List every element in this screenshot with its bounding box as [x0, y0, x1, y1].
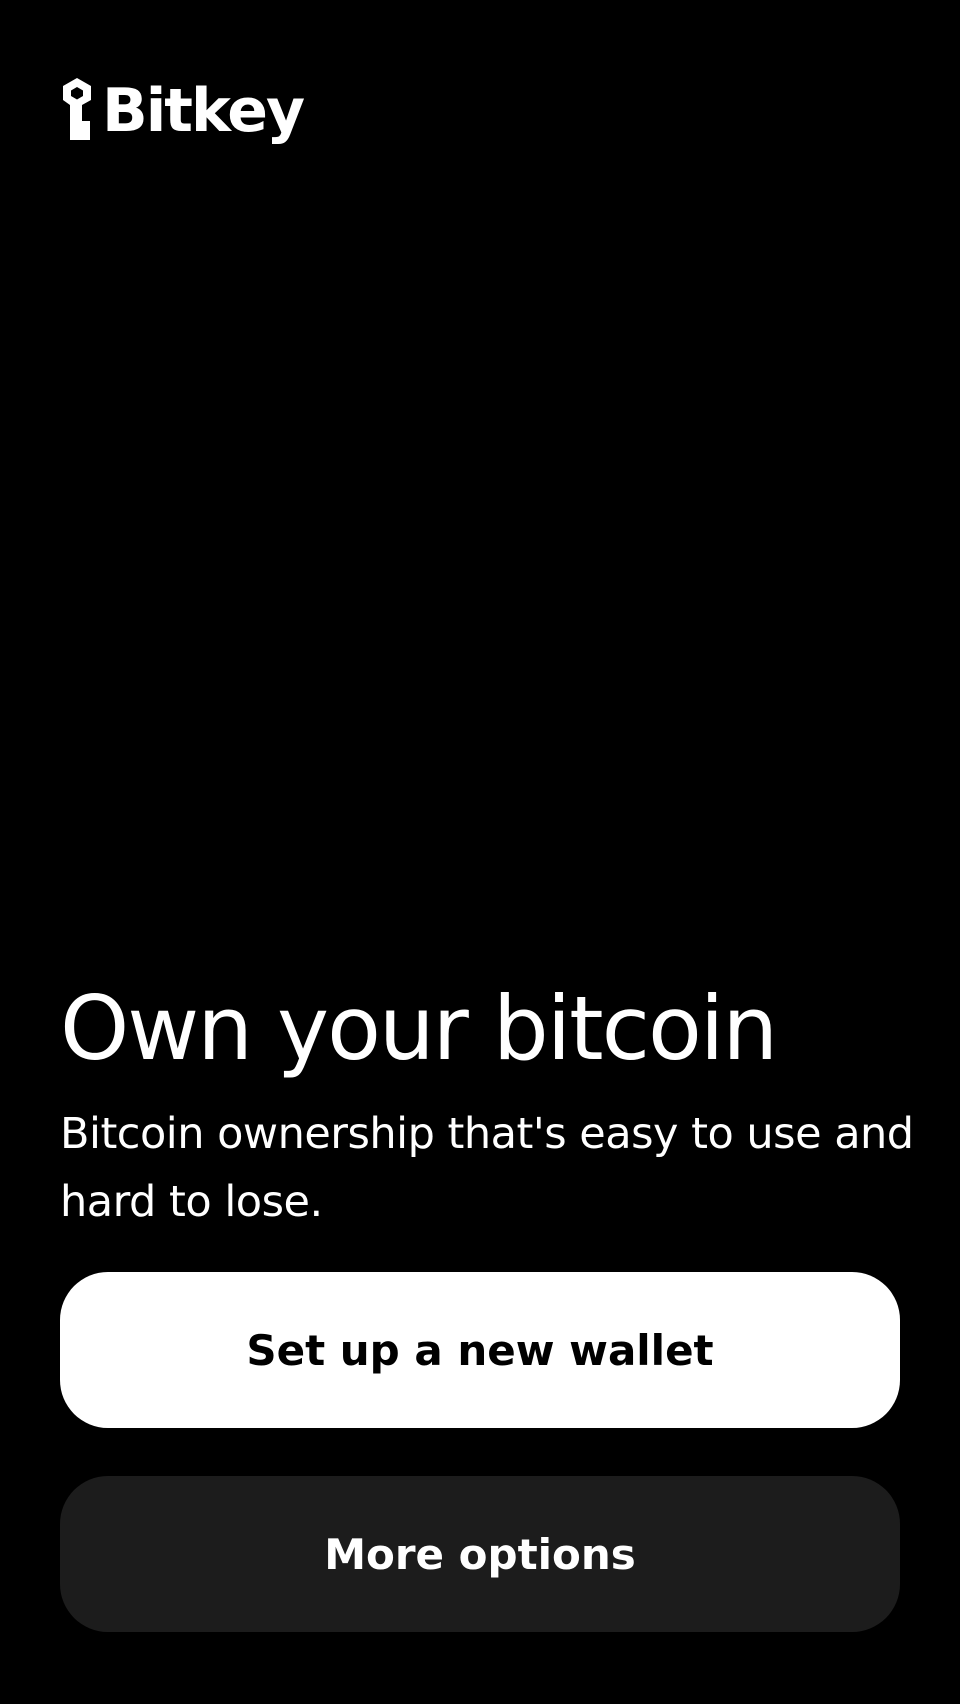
hero-section: Own your bitcoin Bitcoin ownership that'…: [60, 978, 920, 1236]
more-options-button[interactable]: More options: [60, 1476, 900, 1632]
bitkey-logo: Bitkey: [60, 72, 305, 148]
page-subtitle: Bitcoin ownership that's easy to use and…: [60, 1109, 914, 1227]
page-title: Own your bitcoin: [60, 977, 778, 1080]
key-icon: [63, 78, 91, 140]
brand-name: Bitkey: [102, 76, 305, 146]
setup-new-wallet-button[interactable]: Set up a new wallet: [60, 1272, 900, 1428]
